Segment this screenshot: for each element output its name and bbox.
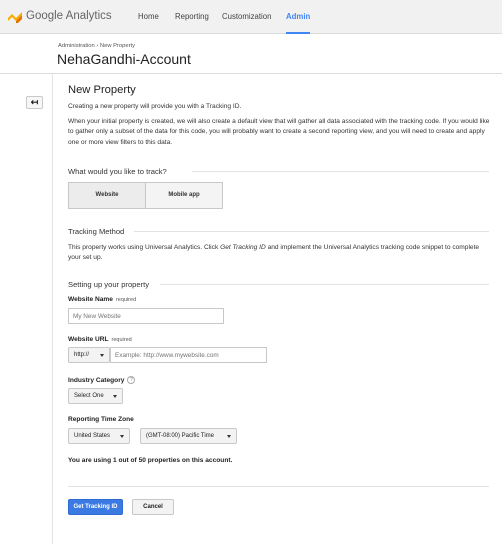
- time-zone-country-select[interactable]: United States: [68, 428, 130, 444]
- get-tracking-id-button[interactable]: Get Tracking ID: [68, 499, 123, 515]
- website-url-label: Website URL required: [68, 336, 132, 343]
- time-zone-value: (GMT-08:00) Pacific Time: [146, 433, 215, 439]
- intro-text: Creating a new property will provide you…: [68, 103, 242, 110]
- cancel-button[interactable]: Cancel: [132, 499, 174, 515]
- breadcrumb-new-property: New Property: [99, 43, 136, 49]
- website-name-label-text: Website Name: [68, 296, 113, 303]
- header-divider: [0, 73, 502, 74]
- brand-name[interactable]: Google Analytics: [26, 10, 112, 22]
- url-protocol-select[interactable]: http://: [68, 347, 110, 363]
- top-nav: Google Analytics Home Reporting Customiz…: [0, 0, 502, 34]
- breadcrumb-separator: ›: [96, 43, 99, 49]
- breadcrumb-administration[interactable]: Administration: [58, 43, 95, 49]
- chevron-down-icon: [120, 435, 124, 438]
- setup-heading-rule: [160, 284, 489, 285]
- footer-divider: [68, 486, 489, 487]
- tracking-method-text-pre: This property works using Universal Anal…: [68, 244, 221, 251]
- industry-category-label: Industry Category?: [68, 376, 136, 384]
- tracking-method-heading: Tracking Method: [68, 227, 125, 236]
- time-zone-label: Reporting Time Zone: [68, 416, 134, 423]
- google-analytics-logo-icon[interactable]: [8, 9, 22, 23]
- left-gutter-divider: [52, 74, 53, 544]
- chevron-down-icon: [227, 435, 231, 438]
- tracking-method-text: This property works using Universal Anal…: [68, 243, 492, 264]
- time-zone-country-value: United States: [74, 433, 111, 439]
- industry-category-select[interactable]: Select One: [68, 388, 123, 404]
- website-url-input[interactable]: [110, 347, 267, 363]
- website-name-label: Website Name required: [68, 296, 136, 303]
- account-name: NehaGandhi-Account: [57, 51, 191, 67]
- nav-admin[interactable]: Admin: [286, 0, 311, 34]
- track-heading: What would you like to track?: [68, 167, 167, 176]
- industry-category-label-text: Industry Category: [68, 376, 125, 384]
- page-title: New Property: [68, 84, 136, 96]
- property-usage-text: You are using 1 out of 50 properties on …: [68, 457, 233, 464]
- nav-home[interactable]: Home: [138, 0, 159, 34]
- help-icon[interactable]: ?: [127, 376, 136, 384]
- website-url-label-text: Website URL: [68, 336, 109, 343]
- track-heading-rule: [192, 171, 489, 172]
- website-name-input[interactable]: [68, 308, 224, 324]
- time-zone-select[interactable]: (GMT-08:00) Pacific Time: [140, 428, 237, 444]
- website-name-required: required: [115, 297, 137, 303]
- track-type-toggle: Website Mobile app: [68, 182, 223, 209]
- url-protocol-value: http://: [74, 352, 90, 358]
- intro-detail-text: When your initial property is created, w…: [68, 118, 490, 146]
- arrow-left-icon: ↤: [30, 97, 39, 107]
- nav-reporting[interactable]: Reporting: [175, 0, 209, 34]
- tracking-method-rule: [134, 231, 489, 232]
- industry-category-value: Select One: [74, 393, 104, 399]
- track-mobile-app-button[interactable]: Mobile app: [146, 183, 222, 208]
- chevron-down-icon: [113, 395, 117, 398]
- breadcrumb: Administration › New Property: [58, 43, 135, 49]
- track-website-button[interactable]: Website: [69, 183, 146, 208]
- website-url-required: required: [111, 337, 132, 343]
- back-button[interactable]: ↤: [26, 96, 43, 109]
- chevron-down-icon: [100, 354, 104, 357]
- tracking-method-text-em: Get Tracking ID: [220, 244, 266, 251]
- setup-heading: Setting up your property: [68, 280, 150, 289]
- nav-customization[interactable]: Customization: [222, 0, 271, 34]
